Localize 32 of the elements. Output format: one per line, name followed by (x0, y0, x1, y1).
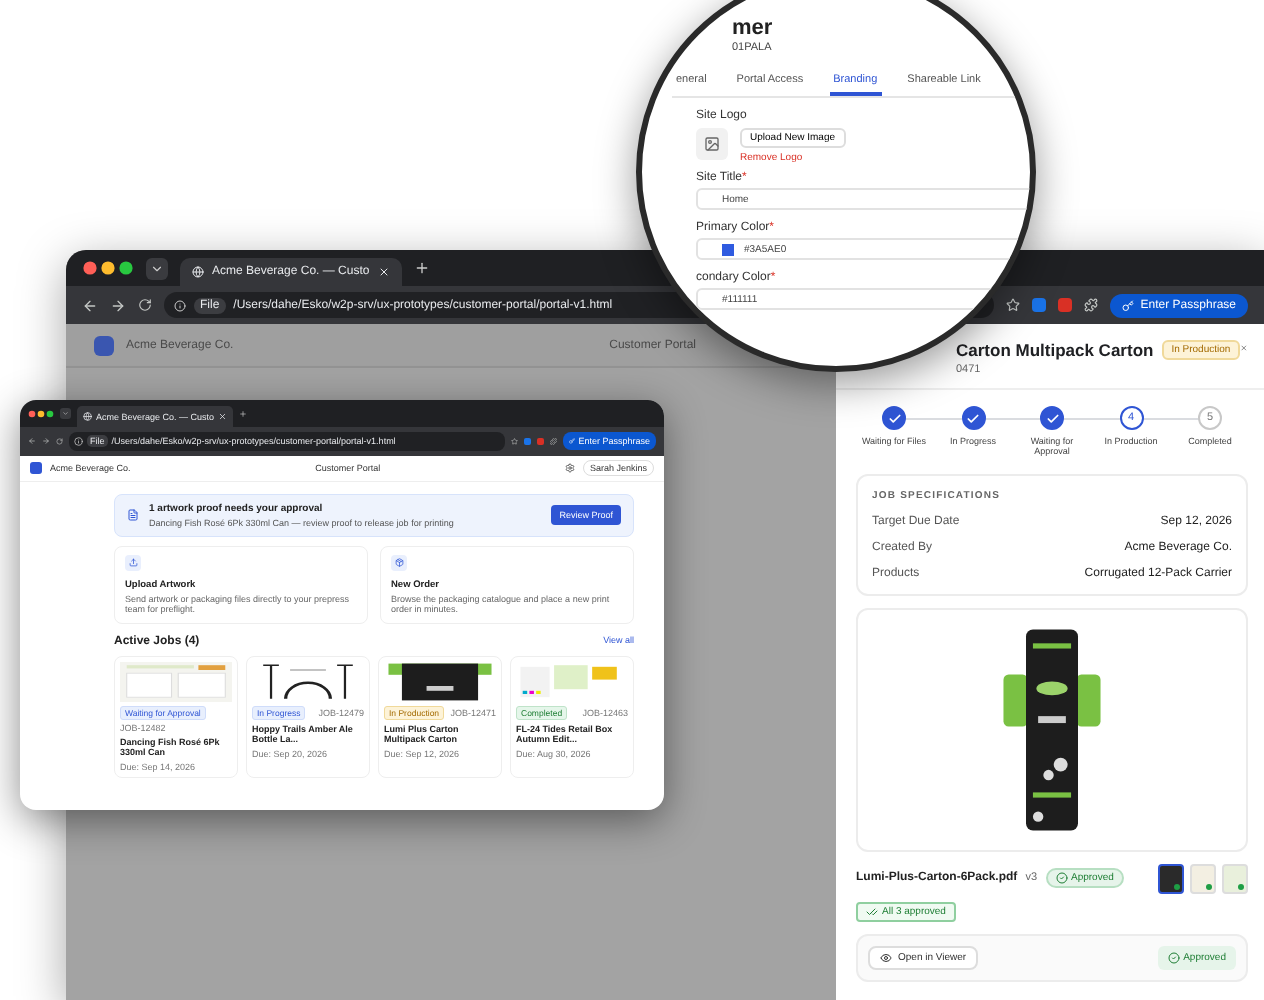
key-icon (1122, 299, 1135, 311)
file-thumbnail[interactable] (1158, 863, 1184, 894)
job-title: Carton Multipack Carton (956, 340, 1154, 360)
image-icon (696, 128, 728, 160)
double-check-icon (866, 905, 878, 918)
upload-icon (125, 554, 141, 571)
artwork-preview-drawing (384, 662, 496, 703)
new-tab-icon[interactable] (413, 260, 430, 276)
page-title: mer (732, 18, 773, 40)
forward-icon[interactable] (110, 297, 126, 313)
eye-icon (880, 951, 892, 964)
bookmark-star-icon[interactable] (1006, 298, 1021, 312)
tab-menu-button[interactable] (146, 257, 168, 279)
chevron-down-icon (150, 261, 164, 275)
check-icon (1045, 411, 1059, 425)
info-icon (174, 299, 186, 311)
logo-icon (94, 335, 114, 355)
back-icon[interactable] (82, 297, 98, 313)
check-circle-icon (1055, 872, 1067, 885)
check-icon (887, 411, 901, 425)
package-icon (391, 554, 407, 571)
window-buttons-icon (28, 409, 54, 418)
globe-icon (192, 266, 204, 278)
check-icon (966, 411, 980, 425)
reload-icon[interactable] (138, 298, 152, 312)
artwork-preview-drawing (120, 662, 232, 703)
window-buttons-icon (82, 260, 134, 276)
tab-menu-button[interactable] (60, 408, 71, 419)
extensions-icon[interactable] (1084, 298, 1099, 312)
logo-icon (30, 462, 42, 474)
check-circle-icon (1167, 951, 1180, 964)
close-icon[interactable] (377, 266, 390, 278)
